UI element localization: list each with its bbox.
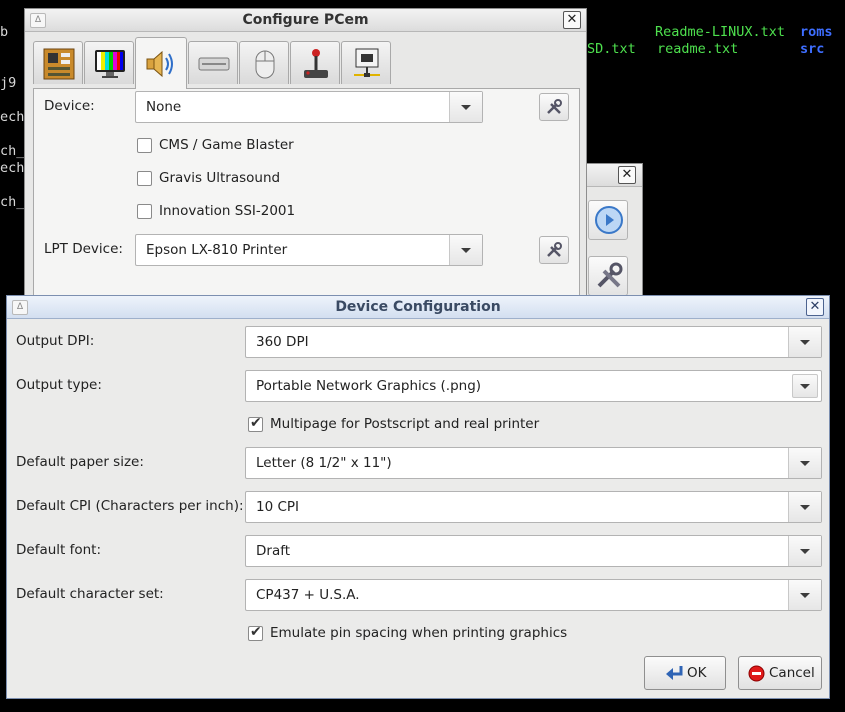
tab-network[interactable] [341,41,391,84]
paper-size-label: Default paper size: [16,454,144,470]
play-icon [595,206,623,234]
tab-storage[interactable] [188,41,238,84]
terminal-text: j9 [0,75,17,91]
settings-tools-button[interactable] [588,256,628,296]
checkbox-box: ✔ [248,415,263,432]
configure-pcem-titlebar: ∆ Configure PCem ✕ [25,9,586,32]
tab-motherboard[interactable] [33,41,83,84]
charset-value: CP437 + U.S.A. [256,587,360,603]
terminal-text: ech [0,160,25,176]
paper-size-value: Letter (8 1/2" x 11") [256,455,392,471]
tab-display[interactable] [84,41,134,84]
tab-joystick[interactable] [290,41,340,84]
tab-sound[interactable] [135,37,187,89]
terminal-file: Readme-LINUX.txt [655,24,786,40]
lpt-device-label: LPT Device: [44,241,123,257]
terminal-folder: roms [800,24,833,40]
terminal-text: ech [0,109,25,125]
configure-pcem-window: ∆ Configure PCem ✕ Device: None CMS / Ga… [24,8,587,308]
window-title: Configure PCem [242,12,369,28]
lpt-configure-button[interactable] [539,236,569,264]
charset-select[interactable]: CP437 + U.S.A. [245,579,822,611]
window-menu-icon[interactable]: ∆ [12,300,28,315]
device-label: Device: [44,98,95,114]
font-select[interactable]: Draft [245,535,822,567]
chevron-down-icon [449,235,482,265]
close-icon[interactable]: ✕ [806,298,824,316]
checkbox-box: ✔ [248,624,263,641]
tab-mouse[interactable] [239,41,289,84]
background-window-titlebar: ✕ [585,164,642,187]
output-dpi-value: 360 DPI [256,334,309,350]
close-icon[interactable]: ✕ [563,11,581,29]
background-window: ✕ [584,163,643,303]
font-value: Draft [256,543,291,559]
terminal-text: ch_ [0,194,25,210]
lpt-device-select[interactable]: Epson LX-810 Printer [135,234,483,266]
chevron-down-icon [449,92,482,122]
checkbox-label: CMS / Game Blaster [159,137,294,153]
drive-icon [198,57,230,71]
window-title: Device Configuration [335,299,501,315]
checkbox-box [137,204,152,219]
terminal-text: b [0,24,9,40]
output-dpi-select[interactable]: 360 DPI [245,326,822,358]
cancel-button[interactable]: Cancel [738,656,822,690]
checkbox-label: Innovation SSI-2001 [159,203,296,219]
output-type-select[interactable]: Portable Network Graphics (.png) [245,370,822,402]
charset-label: Default character set: [16,586,164,602]
checkmark-icon: ✔ [250,415,262,431]
chevron-down-icon [788,448,821,478]
paper-size-select[interactable]: Letter (8 1/2" x 11") [245,447,822,479]
cancel-label: Cancel [769,665,815,681]
cpi-label: Default CPI (Characters per inch): [16,498,244,514]
output-type-value: Portable Network Graphics (.png) [256,378,482,394]
lpt-device-value: Epson LX-810 Printer [146,242,288,258]
display-icon [95,50,125,78]
terminal-folder: src [800,41,825,57]
terminal-text: ch_ [0,143,25,159]
cpi-select[interactable]: 10 CPI [245,491,822,523]
checkbox-label: Emulate pin spacing when printing graphi… [270,625,568,641]
tools-icon [547,242,562,257]
output-type-label: Output type: [16,377,102,393]
tools-icon [547,99,562,114]
device-select[interactable]: None [135,91,483,123]
play-button[interactable] [588,200,628,240]
checkbox-label: Gravis Ultrasound [159,170,281,186]
enter-arrow-icon [666,666,683,680]
device-configuration-titlebar: ∆ Device Configuration ✕ [7,296,829,319]
close-icon[interactable]: ✕ [618,166,636,184]
chevron-down-icon [788,327,821,357]
terminal-file: readme.txt [657,41,739,57]
device-value: None [146,99,182,115]
joystick-icon [304,49,328,78]
tools-icon [597,262,623,288]
mouse-icon [255,50,275,79]
ok-label: OK [687,665,707,681]
terminal-file: SD.txt [587,41,636,57]
cpi-value: 10 CPI [256,499,300,515]
chevron-down-icon [788,580,821,610]
device-configure-button[interactable] [539,93,569,121]
checkbox-box [137,171,152,186]
motherboard-icon [43,48,75,80]
checkmark-icon: ✔ [250,624,262,640]
output-dpi-label: Output DPI: [16,333,95,349]
checkbox-box [137,138,152,153]
font-label: Default font: [16,542,102,558]
sound-icon [146,50,173,78]
network-icon [354,48,380,77]
sound-panel: Device: None CMS / Game Blaster Gravis U… [33,88,580,307]
device-configuration-dialog: ∆ Device Configuration ✕ Output DPI: 360… [6,295,830,699]
chevron-down-icon [792,374,818,398]
chevron-down-icon [788,492,821,522]
ok-button[interactable]: OK [644,656,726,690]
stop-icon [748,665,765,682]
window-menu-icon[interactable]: ∆ [30,13,46,28]
checkbox-label: Multipage for Postscript and real printe… [270,416,540,432]
chevron-down-icon [788,536,821,566]
